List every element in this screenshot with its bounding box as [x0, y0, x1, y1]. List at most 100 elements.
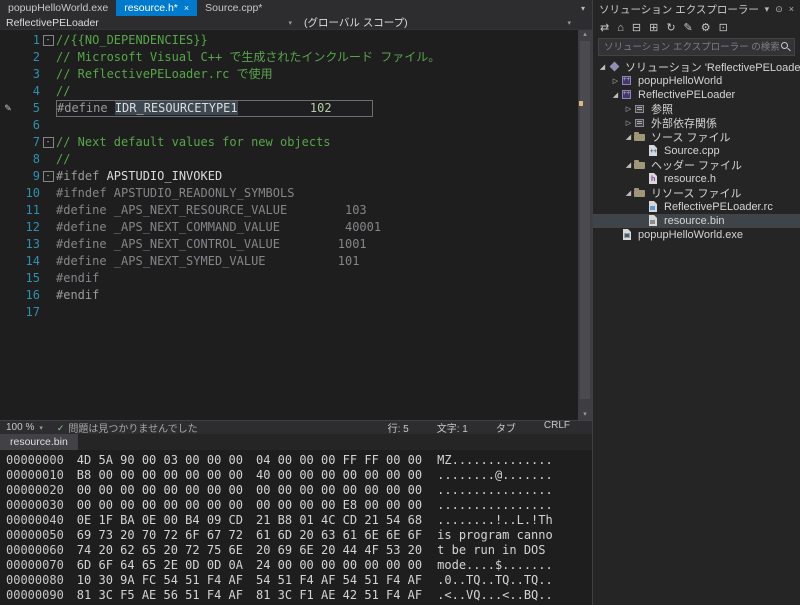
tree-item[interactable]: ◢ ソリューション 'ReflectivePELoader' (2/2 プロジェク… — [593, 60, 800, 74]
tree-expander-icon[interactable]: ◢ — [610, 91, 621, 99]
code-line[interactable]: 1-//{{NO_DEPENDENCIES}} — [0, 32, 578, 49]
tree-item[interactable]: ▷ 外部依存関係 — [593, 116, 800, 130]
sync-with-active-document-icon[interactable]: ⇄ — [600, 22, 609, 34]
close-icon[interactable]: × — [184, 3, 189, 13]
hex-row[interactable]: 00000010 B8 00 00 00 00 00 00 00 40 00 00 … — [6, 468, 592, 483]
code-text[interactable]: // ReflectivePELoader.rc で使用 — [56, 66, 578, 83]
fold-collapse-icon[interactable]: - — [42, 137, 54, 148]
scrollbar-thumb[interactable] — [580, 41, 590, 399]
tree-expander-icon[interactable]: ◢ — [597, 63, 608, 71]
code-line[interactable]: 17 — [0, 304, 578, 321]
search-input[interactable] — [602, 40, 781, 54]
hex-row[interactable]: 00000020 00 00 00 00 00 00 00 00 00 00 00 … — [6, 483, 592, 498]
preview-selected-items-icon[interactable]: ⊡ — [719, 22, 728, 34]
line-number[interactable]: 1 — [16, 32, 40, 49]
global-scope-dropdown[interactable]: (グローバル スコープ) ▾ — [298, 16, 577, 29]
code-line[interactable]: 7-// Next default values for new objects — [0, 134, 578, 151]
line-number[interactable]: 2 — [16, 49, 40, 66]
tree-expander-icon[interactable]: ◢ — [623, 133, 634, 141]
code-text[interactable]: // — [56, 83, 578, 100]
code-text[interactable]: #ifdef APSTUDIO_INVOKED — [56, 168, 578, 185]
code-line[interactable]: 11 #define _APS_NEXT_RESOURCE_VALUE 103 — [0, 202, 578, 219]
hex-row[interactable]: 00000090 81 3C F5 AE 56 51 F4 AF 81 3C F1 … — [6, 588, 592, 603]
line-number[interactable]: 14 — [16, 253, 40, 270]
tab-resource-h[interactable]: resource.h* × — [116, 0, 198, 16]
tree-expander-icon[interactable]: ▷ — [623, 119, 634, 127]
code-text[interactable]: #endif — [56, 287, 578, 304]
zoom-level-select[interactable]: 100 % ▾ — [6, 422, 43, 433]
code-text[interactable]: #endif — [56, 270, 578, 287]
line-number[interactable]: 15 — [16, 270, 40, 287]
tab-popuphelloworld-exe[interactable]: popupHelloWorld.exe — [0, 0, 116, 16]
code-text[interactable]: #ifndef APSTUDIO_READONLY_SYMBOLS — [56, 185, 578, 202]
code-text[interactable]: #define IDR_RESOURCETYPE1 102 — [56, 100, 578, 117]
code-text[interactable]: #define _APS_NEXT_SYMED_VALUE 101 — [56, 253, 578, 270]
close-icon[interactable]: × — [789, 4, 794, 15]
document-list-chevron-icon[interactable]: ▾ — [574, 0, 592, 16]
line-number[interactable]: 12 — [16, 219, 40, 236]
tree-item[interactable]: ◢ ReflectivePELoader — [593, 88, 800, 102]
tree-item[interactable]: ▷ 参照 — [593, 102, 800, 116]
code-line[interactable]: 8 // — [0, 151, 578, 168]
line-number[interactable]: 7 — [16, 134, 40, 151]
code-line[interactable]: 4 // — [0, 83, 578, 100]
code-text[interactable]: #define _APS_NEXT_RESOURCE_VALUE 103 — [56, 202, 578, 219]
hex-row[interactable]: 00000040 0E 1F BA 0E 00 B4 09 CD 21 B8 01 … — [6, 513, 592, 528]
code-text[interactable]: #define _APS_NEXT_CONTROL_VALUE 1001 — [56, 236, 578, 253]
line-number[interactable]: 9 — [16, 168, 40, 185]
code-line[interactable]: 9- #ifdef APSTUDIO_INVOKED — [0, 168, 578, 185]
code-line[interactable]: 10 #ifndef APSTUDIO_READONLY_SYMBOLS — [0, 185, 578, 202]
line-number[interactable]: 16 — [16, 287, 40, 304]
editor-vertical-scrollbar[interactable]: ▴ ▾ — [578, 30, 592, 420]
code-text[interactable]: // Microsoft Visual C++ で生成されたインクルード ファイ… — [56, 49, 578, 66]
window-menu-chevron-icon[interactable]: ▾ — [765, 4, 770, 15]
tab-source-cpp[interactable]: Source.cpp* — [197, 0, 270, 16]
code-line[interactable]: ✎ 5 #define IDR_RESOURCETYPE1 102 — [0, 100, 578, 117]
line-number[interactable]: 10 — [16, 185, 40, 202]
tree-item[interactable]: ◢ ヘッダー ファイル — [593, 158, 800, 172]
code-line[interactable]: 12 #define _APS_NEXT_COMMAND_VALUE 40001 — [0, 219, 578, 236]
pin-icon[interactable]: ⊙ — [775, 4, 783, 15]
fold-collapse-icon[interactable]: - — [42, 171, 54, 182]
tree-expander-icon[interactable]: ◢ — [623, 189, 634, 197]
line-number[interactable]: 8 — [16, 151, 40, 168]
line-number[interactable]: 6 — [16, 117, 40, 134]
hex-row[interactable]: 00000000 4D 5A 90 00 03 00 00 00 04 00 00 … — [6, 453, 592, 468]
line-number[interactable]: 4 — [16, 83, 40, 100]
hex-row[interactable]: 00000060 74 20 62 65 20 72 75 6E 20 69 6E … — [6, 543, 592, 558]
tab-mode-indicator[interactable]: タブ — [496, 420, 516, 435]
code-text[interactable]: //{{NO_DEPENDENCIES}} — [56, 32, 578, 49]
tree-item[interactable]: popupHelloWorld.exe — [593, 228, 800, 242]
line-number[interactable]: 5 — [16, 100, 40, 117]
line-number[interactable]: 3 — [16, 66, 40, 83]
line-number[interactable]: 13 — [16, 236, 40, 253]
line-number[interactable]: 11 — [16, 202, 40, 219]
tree-expander-icon[interactable]: ▷ — [623, 105, 634, 113]
tree-item[interactable]: resource.bin — [593, 214, 800, 228]
show-all-files-icon[interactable]: ⊞ — [649, 22, 658, 34]
home-icon[interactable]: ⌂ — [617, 22, 624, 34]
code-line[interactable]: 16 #endif — [0, 287, 578, 304]
code-line[interactable]: 6 — [0, 117, 578, 134]
collapse-all-icon[interactable]: ⊟ — [632, 22, 641, 34]
code-text[interactable]: // — [56, 151, 578, 168]
hex-row[interactable]: 00000080 10 30 9A FC 54 51 F4 AF 54 51 F4 … — [6, 573, 592, 588]
hex-row[interactable]: 00000070 6D 6F 64 65 2E 0D 0D 0A 24 00 00 … — [6, 558, 592, 573]
hex-row[interactable]: 00000050 69 73 20 70 72 6F 67 72 61 6D 20 … — [6, 528, 592, 543]
document-health-indicator[interactable]: ✓ 問題は見つかりませんでした — [57, 420, 198, 436]
tree-item[interactable]: ◢ リソース ファイル — [593, 186, 800, 200]
tab-resource-bin[interactable]: resource.bin — [0, 434, 78, 450]
hex-row[interactable]: 00000030 00 00 00 00 00 00 00 00 00 00 00 … — [6, 498, 592, 513]
tree-item[interactable]: ReflectivePELoader.rc — [593, 200, 800, 214]
code-line[interactable]: 3 // ReflectivePELoader.rc で使用 — [0, 66, 578, 83]
fold-collapse-icon[interactable]: - — [42, 35, 54, 46]
code-line[interactable]: 14 #define _APS_NEXT_SYMED_VALUE 101 — [0, 253, 578, 270]
view-code-icon[interactable]: ✎ — [684, 22, 693, 34]
tree-item[interactable]: ▷ popupHelloWorld — [593, 74, 800, 88]
scrollbar-down-arrow-icon[interactable]: ▾ — [578, 410, 592, 420]
line-indicator[interactable]: 行: 5 — [388, 420, 409, 435]
column-indicator[interactable]: 文字: 1 — [437, 420, 468, 435]
tree-item[interactable]: ◢ ソース ファイル — [593, 130, 800, 144]
properties-icon[interactable]: ⚙ — [701, 22, 711, 34]
tree-item[interactable]: resource.h — [593, 172, 800, 186]
